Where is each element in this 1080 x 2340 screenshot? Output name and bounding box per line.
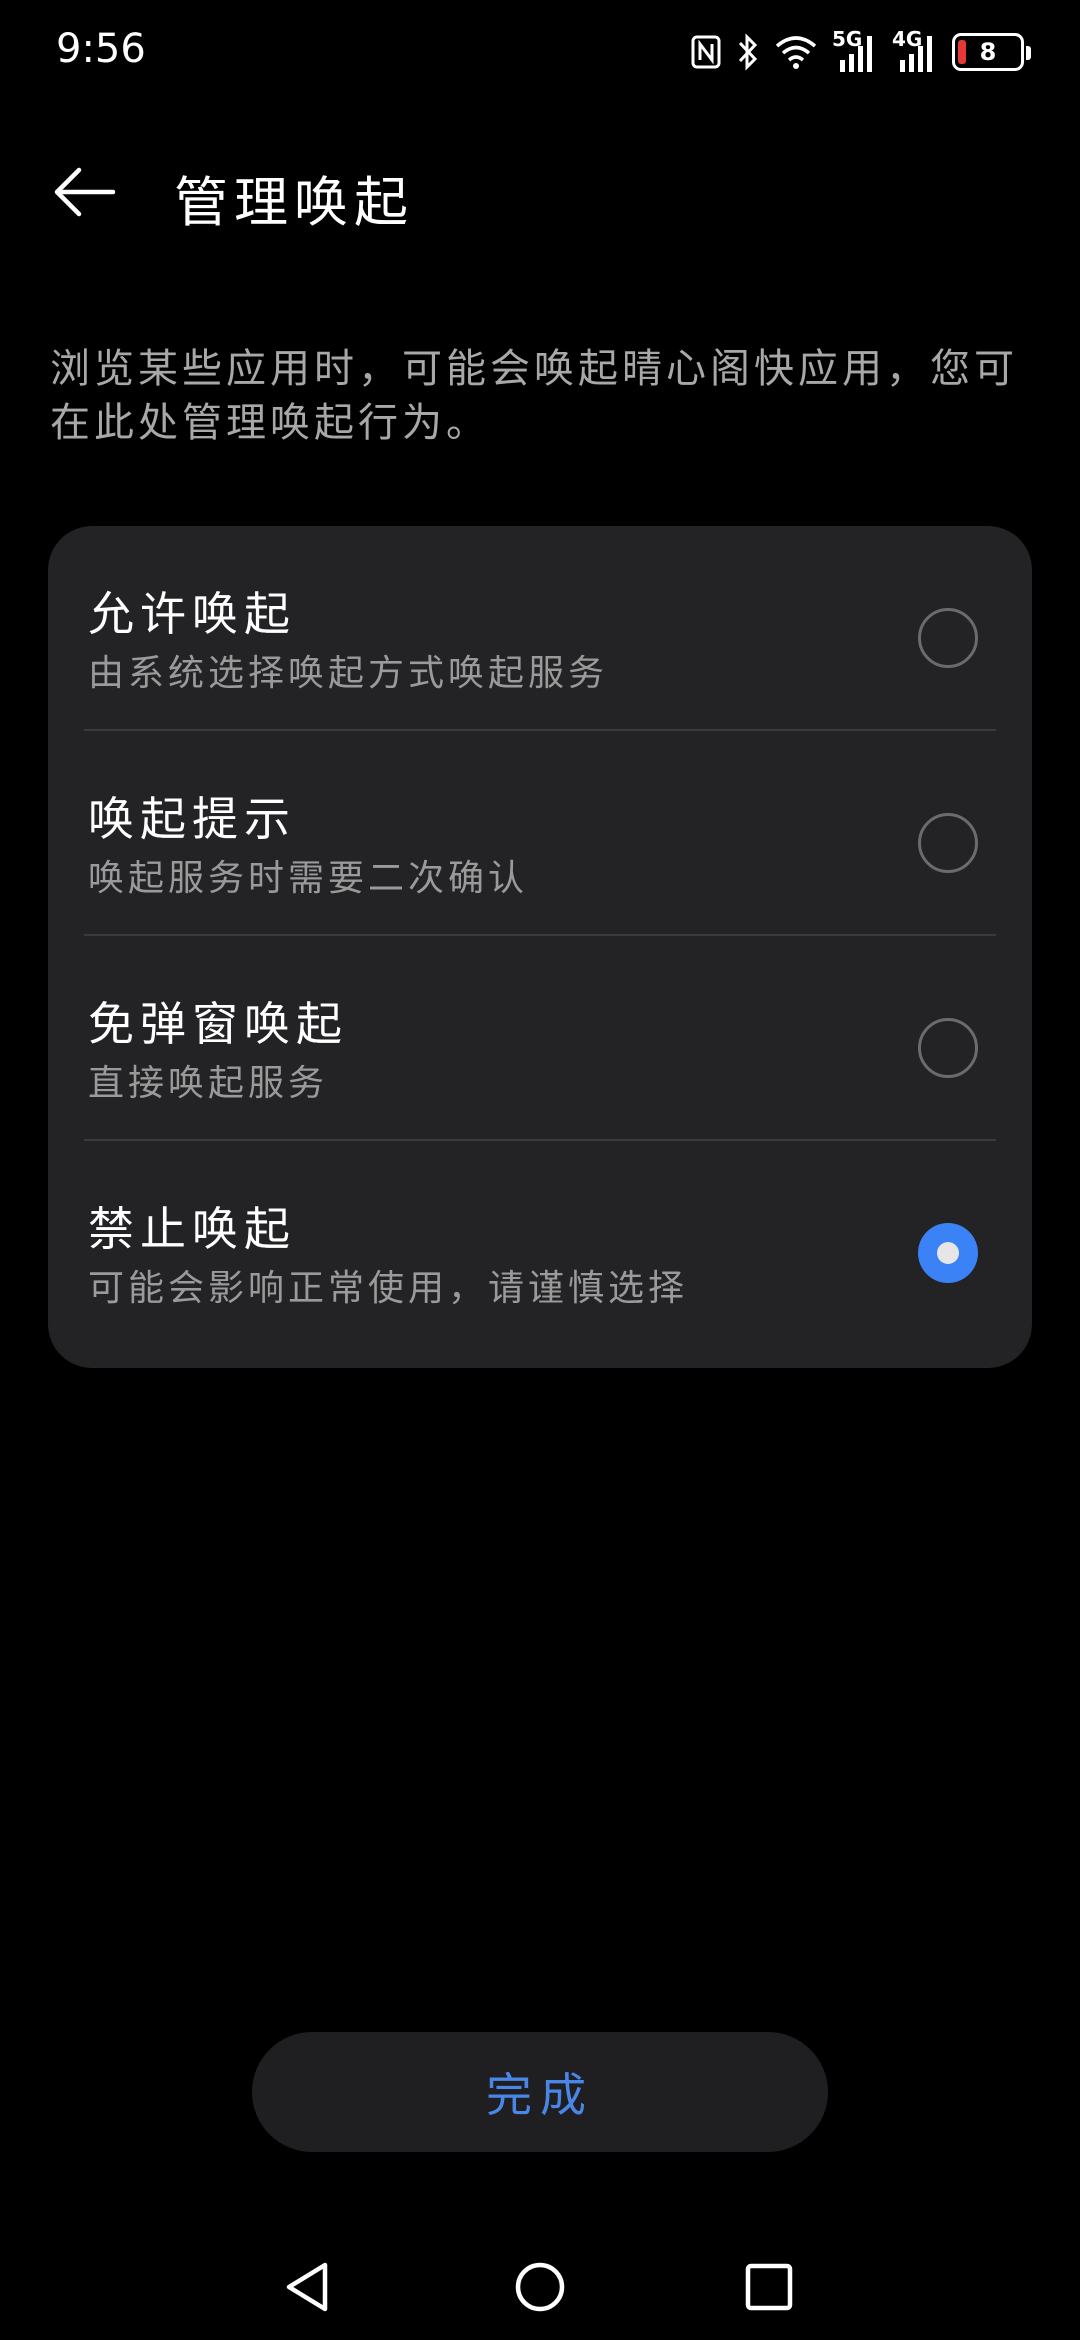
radio-button[interactable] [918, 608, 978, 668]
battery-level: 8 [979, 38, 997, 66]
option-subtitle: 可能会影响正常使用，请谨慎选择 [88, 1268, 689, 1309]
nav-recents-icon [745, 2263, 793, 2311]
option-no-popup[interactable]: 免弹窗唤起 直接唤起服务 [48, 936, 1032, 1141]
done-button[interactable]: 完成 [252, 2032, 828, 2152]
option-title: 免弹窗唤起 [88, 997, 348, 1051]
option-title: 禁止唤起 [88, 1202, 296, 1256]
option-title: 唤起提示 [88, 792, 296, 846]
radio-button[interactable] [918, 1223, 978, 1283]
option-subtitle: 唤起服务时需要二次确认 [88, 858, 529, 899]
option-allow[interactable]: 允许唤起 由系统选择唤起方式唤起服务 [48, 526, 1032, 731]
options-card: 允许唤起 由系统选择唤起方式唤起服务 唤起提示 唤起服务时需要二次确认 免弹窗唤… [48, 526, 1032, 1368]
nav-home-icon [515, 2262, 565, 2312]
battery-icon: 8 [952, 33, 1031, 71]
option-subtitle: 由系统选择唤起方式唤起服务 [88, 653, 609, 694]
arrow-left-icon [54, 167, 116, 217]
signal-5g-icon: 5G [832, 29, 878, 74]
option-subtitle: 直接唤起服务 [88, 1063, 329, 1104]
wifi-icon [774, 34, 818, 70]
option-forbid[interactable]: 禁止唤起 可能会影响正常使用，请谨慎选择 [48, 1141, 1032, 1346]
signal-4g-icon: 4G [892, 29, 938, 74]
option-prompt[interactable]: 唤起提示 唤起服务时需要二次确认 [48, 731, 1032, 936]
nav-back-button[interactable] [274, 2252, 344, 2322]
nav-recents-button[interactable] [734, 2252, 804, 2322]
radio-button[interactable] [918, 813, 978, 873]
status-bar: 9:56 5G 4G 8 [0, 0, 1080, 100]
status-icons: 5G 4G 8 [690, 29, 1031, 74]
navigation-bar [0, 2230, 1080, 2340]
bluetooth-icon [736, 33, 760, 71]
nav-back-icon [286, 2262, 328, 2312]
radio-button[interactable] [918, 1018, 978, 1078]
back-button[interactable] [44, 152, 124, 232]
option-title: 允许唤起 [88, 587, 296, 641]
nav-home-button[interactable] [505, 2252, 575, 2322]
description-text: 浏览某些应用时，可能会唤起晴心阁快应用，您可在此处管理唤起行为。 [50, 346, 1018, 446]
page-title: 管理唤起 [174, 171, 414, 234]
header: 管理唤起 [0, 140, 1080, 240]
done-button-label: 完成 [486, 2068, 594, 2122]
nfc-icon [690, 34, 722, 70]
status-time: 9:56 [56, 26, 146, 72]
